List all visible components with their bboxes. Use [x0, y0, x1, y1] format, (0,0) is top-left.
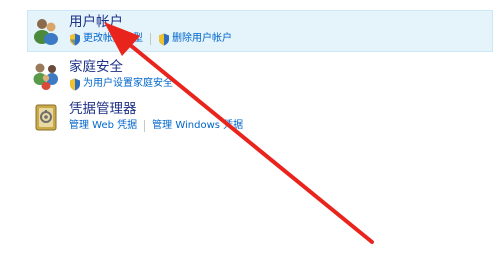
user-accounts-icon	[34, 19, 58, 45]
delete-user-account-link[interactable]: 删除用户帐户	[158, 32, 232, 46]
uac-shield-icon	[70, 33, 80, 45]
setup-family-safety-label: 为用户设置家庭安全	[83, 78, 173, 89]
control-panel-user-accounts-page: 用户帐户 更改帐户类型 删除用户帐户 家庭安全 为用户设置家庭安全 凭据管理器 …	[0, 0, 500, 255]
category-title-user-accounts[interactable]: 用户帐户	[69, 14, 232, 30]
credential-manager-icon	[35, 104, 57, 131]
category-family-safety[interactable]: 家庭安全 为用户设置家庭安全	[28, 56, 173, 91]
category-credential-manager[interactable]: 凭据管理器 管理 Web 凭据 管理 Windows 凭据	[28, 98, 243, 133]
uac-shield-icon	[159, 33, 169, 45]
setup-family-safety-link[interactable]: 为用户设置家庭安全	[69, 77, 173, 91]
link-separator	[150, 33, 151, 45]
manage-windows-credentials-link[interactable]: 管理 Windows 凭据	[152, 119, 243, 133]
manage-web-credentials-label: 管理 Web 凭据	[69, 120, 138, 131]
change-account-type-link[interactable]: 更改帐户类型	[69, 32, 143, 46]
category-user-accounts[interactable]: 用户帐户 更改帐户类型 删除用户帐户	[27, 10, 493, 52]
manage-web-credentials-link[interactable]: 管理 Web 凭据	[69, 119, 137, 133]
manage-windows-credentials-label: 管理 Windows 凭据	[152, 120, 244, 131]
uac-shield-icon	[70, 78, 80, 90]
change-account-type-label: 更改帐户类型	[83, 33, 143, 44]
link-separator	[144, 120, 146, 132]
category-title-family-safety[interactable]: 家庭安全	[69, 59, 173, 75]
delete-user-account-label: 删除用户帐户	[172, 33, 232, 44]
family-safety-icon	[33, 63, 58, 90]
category-title-credential-manager[interactable]: 凭据管理器	[69, 101, 243, 117]
